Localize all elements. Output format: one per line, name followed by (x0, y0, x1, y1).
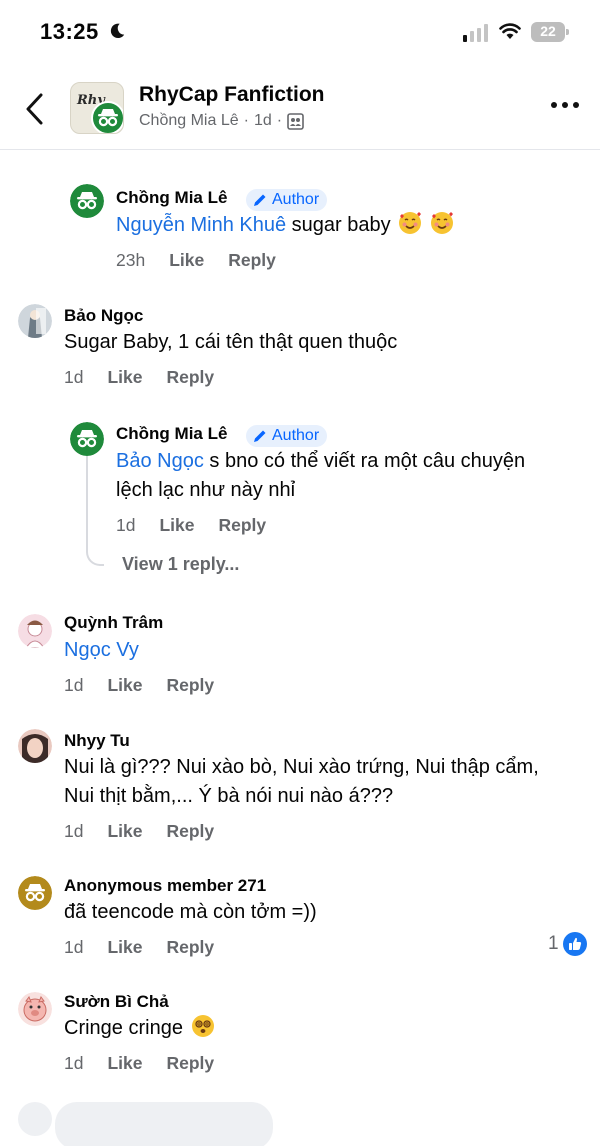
view-replies-link[interactable]: View 1 reply... (122, 554, 239, 575)
user-avatar[interactable] (18, 992, 52, 1026)
like-icon (562, 932, 587, 956)
user-avatar[interactable] (18, 614, 52, 648)
more-options-icon[interactable] (550, 100, 580, 110)
status-time: 13:25 (40, 19, 99, 44)
author-badge: Author (246, 189, 328, 211)
poster-name[interactable]: Chồng Mia Lê (139, 112, 239, 130)
mention-link[interactable]: Nguyễn Minh Khuê (116, 214, 286, 236)
comment-text-line-2: lệch lạc như này nhỉ (116, 479, 296, 501)
comment-time: 1d (64, 937, 84, 957)
comment-time: 1d (64, 821, 84, 841)
commenter-name[interactable]: Chồng Mia Lê (116, 188, 227, 208)
commenter-name[interactable]: Chồng Mia Lê (116, 424, 227, 444)
mention-link[interactable]: Bảo Ngọc (116, 450, 204, 472)
reply-button[interactable]: Reply (167, 937, 215, 958)
commenter-name[interactable]: Nhyy Tu (64, 731, 130, 751)
commenter-name[interactable]: Bảo Ngọc (64, 306, 143, 326)
comment-time: 1d (64, 1053, 84, 1073)
reply-button[interactable]: Reply (167, 675, 215, 696)
cropped-previous-comment: · · · · (152, 141, 222, 149)
comment-text-line-2: Nui thịt bằm,... Ý bà nói nui nào á??? (64, 785, 394, 807)
like-button[interactable]: Like (159, 515, 194, 536)
reaction-summary[interactable]: 1 (548, 932, 587, 956)
post-header: Rhy RhyCap Fanfiction Chồng Mia Lê · 1d … (0, 70, 600, 150)
reaction-count: 1 (548, 933, 559, 954)
smiling-face-with-hearts-icon (399, 212, 422, 234)
anonymous-avatar-icon[interactable] (18, 876, 52, 910)
composer-avatar (18, 1102, 52, 1136)
like-button[interactable]: Like (169, 250, 204, 271)
comment-text: Nguyễn Minh Khuê sugar baby (116, 211, 454, 240)
post-meta: Chồng Mia Lê · 1d · (139, 112, 304, 130)
comment-text: Bảo Ngọc s bno có thể viết ra một câu ch… (116, 447, 525, 505)
author-badge: Author (246, 425, 328, 447)
meta-separator: · (276, 112, 283, 129)
comment-actions: 1d Like Reply (64, 1053, 214, 1074)
like-button[interactable]: Like (107, 1053, 142, 1074)
like-button[interactable]: Like (107, 675, 142, 696)
mention-link[interactable]: Ngọc Vy (64, 639, 139, 661)
pencil-icon (254, 430, 266, 442)
group-avatar[interactable]: Rhy (70, 82, 124, 134)
signal-icon (463, 24, 488, 42)
thread-connector (86, 530, 104, 566)
commenter-name[interactable]: Anonymous member 271 (64, 876, 266, 896)
wifi-icon (499, 23, 521, 39)
reply-button[interactable]: Reply (167, 1053, 215, 1074)
dizzy-face-icon (191, 1015, 214, 1037)
comment-text: đã teencode mà còn tởm =)) (64, 901, 317, 923)
user-avatar[interactable] (18, 304, 52, 338)
commenter-name[interactable]: Sườn Bì Chả (64, 992, 169, 1012)
comment-actions: 1d Like Reply (64, 367, 214, 388)
battery-icon: 22 (531, 22, 569, 42)
comment-actions: 1d Like Reply (64, 675, 214, 696)
meta-separator: · (243, 112, 249, 129)
smiling-face-with-hearts-icon (430, 212, 453, 234)
anonymous-avatar-icon[interactable] (70, 184, 104, 218)
comment-time: 23h (116, 250, 146, 270)
moon-icon (110, 23, 125, 39)
like-button[interactable]: Like (107, 821, 142, 842)
comment-text: Nui là gì??? Nui xào bò, Nui xào trứng, … (64, 753, 539, 811)
comment-text-line-1: s bno có thể viết ra một câu chuyện (203, 450, 526, 472)
like-button[interactable]: Like (107, 367, 142, 388)
comment-actions: 1d Like Reply (64, 821, 214, 842)
reply-button[interactable]: Reply (228, 250, 276, 271)
post-age: 1d (253, 112, 272, 129)
author-badge-label: Author (272, 427, 320, 444)
group-name[interactable]: RhyCap Fanfiction (139, 83, 325, 107)
group-audience-icon (287, 112, 304, 130)
comment-text: Sugar Baby, 1 cái tên thật quen thuộc (64, 331, 398, 353)
comment-actions: 23h Like Reply (116, 250, 276, 271)
comment-text: Cringe cringe (64, 1014, 215, 1043)
author-badge-label: Author (272, 191, 320, 208)
like-button[interactable]: Like (107, 937, 142, 958)
comment-actions: 1d Like Reply (116, 515, 266, 536)
reply-button[interactable]: Reply (167, 367, 215, 388)
comment-input[interactable] (55, 1102, 273, 1146)
anonymous-avatar-icon[interactable] (70, 422, 104, 456)
user-avatar[interactable] (18, 729, 52, 763)
comment-time: 1d (64, 675, 84, 695)
comment-text: Ngọc Vy (64, 636, 139, 665)
comment-text-line-1: Nui là gì??? Nui xào bò, Nui xào trứng, … (64, 756, 539, 778)
comment-time: 1d (116, 515, 136, 535)
reply-button[interactable]: Reply (219, 515, 267, 536)
reply-button[interactable]: Reply (167, 821, 215, 842)
comment-actions: 1d Like Reply (64, 937, 214, 958)
comment-text-content: sugar baby (286, 214, 391, 236)
comment-text-content: Cringe cringe (64, 1017, 183, 1039)
anonymous-avatar-icon (91, 101, 123, 133)
commenter-name[interactable]: Quỳnh Trâm (64, 613, 163, 633)
status-bar: 13:25 22 (0, 0, 600, 66)
back-button[interactable] (22, 92, 48, 126)
battery-level: 22 (540, 23, 556, 39)
pencil-icon (254, 194, 266, 206)
comment-time: 1d (64, 367, 84, 387)
